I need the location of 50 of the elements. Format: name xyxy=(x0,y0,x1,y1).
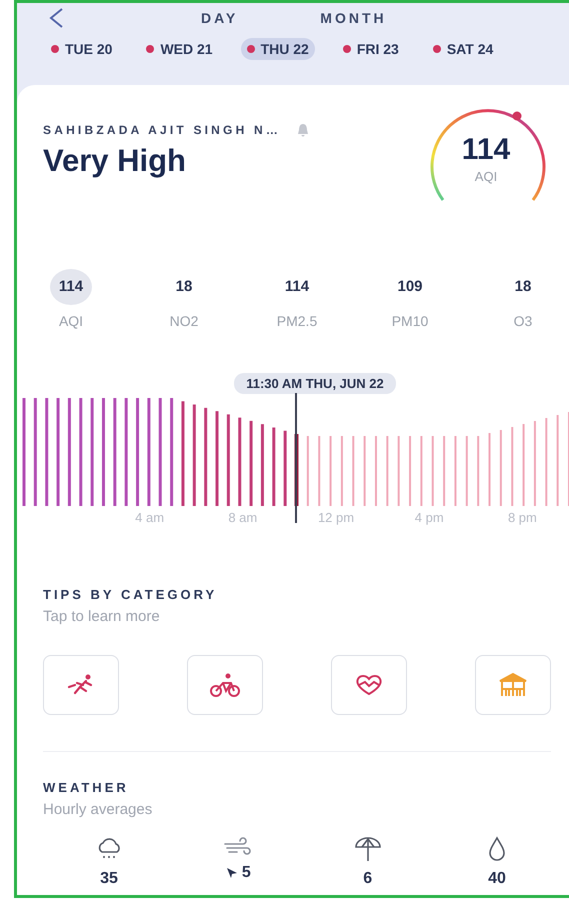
heart-icon xyxy=(354,673,384,697)
date-chip[interactable]: THU 22 xyxy=(240,38,315,60)
umbrella-icon xyxy=(352,836,383,862)
wind-icon xyxy=(223,836,254,856)
tip-category-button[interactable] xyxy=(331,655,407,715)
pollutant-tab[interactable]: 18 O3 xyxy=(495,269,551,329)
weather-value: 5 xyxy=(242,864,251,882)
tip-category-button[interactable] xyxy=(43,655,119,715)
weather-value: 6 xyxy=(363,870,372,888)
period-tab[interactable]: MONTH xyxy=(320,10,387,26)
pollutant-name: PM10 xyxy=(392,313,428,329)
time-tooltip: 11:30 AM THU, JUN 22 xyxy=(234,373,396,394)
section-title: WEATHER xyxy=(43,780,130,795)
aqi-value: 114 xyxy=(462,133,510,167)
direction-arrow-icon xyxy=(226,867,238,879)
pollutant-value: 18 xyxy=(514,277,532,297)
date-chip[interactable]: FRI 23 xyxy=(336,38,405,60)
gazebo-icon xyxy=(498,672,528,698)
pollutant-value: 114 xyxy=(50,269,92,305)
pollutant-value: 109 xyxy=(396,277,424,297)
cyclist-icon xyxy=(209,672,241,698)
axis-label: 12 pm xyxy=(316,510,356,525)
date-chip[interactable]: SAT 24 xyxy=(426,38,500,60)
pollutant-tab[interactable]: 18 NO2 xyxy=(156,269,212,329)
weather-value: 40 xyxy=(488,870,506,888)
aqi-category: Very High xyxy=(43,143,187,179)
weather-value: 35 xyxy=(100,870,118,888)
section-title: TIPS BY CATEGORY xyxy=(43,587,218,602)
tip-category-button[interactable] xyxy=(187,655,263,715)
section-subtitle: Tap to learn more xyxy=(43,608,161,625)
pollutant-value: 114 xyxy=(284,277,310,297)
pollutant-name: NO2 xyxy=(170,313,198,329)
axis-label: 8 am xyxy=(227,510,258,525)
pollutant-value: 18 xyxy=(174,277,194,297)
pollutant-name: AQI xyxy=(58,313,84,329)
aqi-label: AQI xyxy=(474,169,498,184)
pollutant-name: PM2.5 xyxy=(276,313,318,329)
pollutant-tab[interactable]: 109 PM10 xyxy=(382,269,438,329)
axis-label: 8 pm xyxy=(506,510,538,525)
drop-icon xyxy=(486,836,507,862)
date-chip[interactable]: TUE 20 xyxy=(45,38,118,60)
axis-label: 4 pm xyxy=(414,510,445,525)
pollutant-name: O3 xyxy=(514,313,532,329)
period-tab[interactable]: DAY xyxy=(201,10,238,26)
axis-label: 4 am xyxy=(134,510,166,525)
pollutant-tab[interactable]: 114 PM2.5 xyxy=(269,269,325,329)
date-chip[interactable]: WED 21 xyxy=(140,38,219,60)
pollutant-tab[interactable]: 114 AQI xyxy=(43,269,99,329)
section-subtitle: Hourly averages xyxy=(43,801,154,818)
location-name: SAHIBZADA AJIT SINGH N… xyxy=(43,123,282,137)
